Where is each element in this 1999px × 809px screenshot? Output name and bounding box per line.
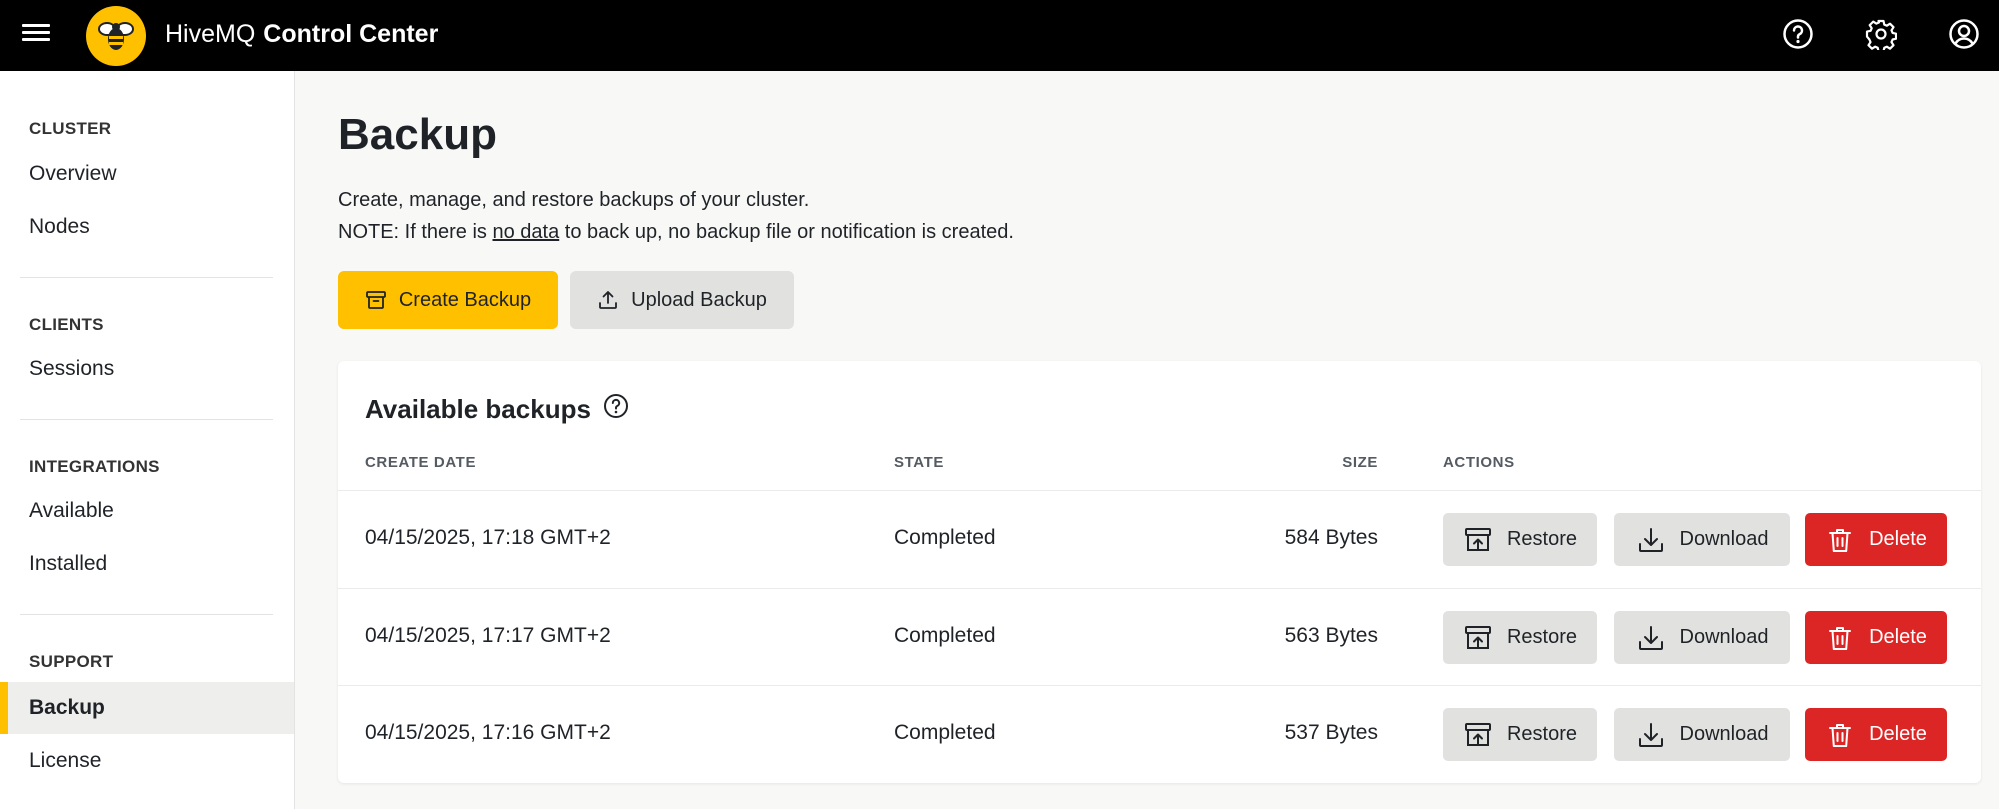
trash-icon <box>1829 528 1852 552</box>
settings-icon[interactable] <box>1862 15 1900 53</box>
delete-label: Delete <box>1869 528 1927 550</box>
download-label: Download <box>1679 626 1769 648</box>
trash-icon <box>1829 723 1852 747</box>
account-icon[interactable] <box>1945 15 1983 53</box>
restore-label: Restore <box>1506 528 1578 550</box>
sidebar: CLUSTER Overview Nodes CLIENTS Sessions … <box>0 71 295 809</box>
upload-icon <box>599 291 618 309</box>
trash-icon <box>1829 626 1852 650</box>
hivemq-logo <box>86 6 146 66</box>
download-icon <box>1638 625 1663 650</box>
create-backup-label: Create Backup <box>398 288 532 311</box>
sidebar-divider <box>20 419 273 420</box>
restore-button[interactable]: Restore <box>1443 611 1597 664</box>
table-row: 04/15/2025, 17:16 GMT+2 Completed 537 By… <box>338 685 1981 782</box>
delete-label: Delete <box>1869 723 1927 745</box>
sidebar-divider <box>20 614 273 615</box>
archive-icon <box>365 291 386 309</box>
note-prefix: NOTE: If there is <box>338 221 493 243</box>
delete-button[interactable]: Delete <box>1805 708 1947 761</box>
help-icon[interactable] <box>603 393 629 426</box>
sidebar-section-clients: CLIENTS <box>29 315 104 334</box>
cell-size: 563 Bytes <box>1284 624 1378 647</box>
sidebar-item-overview[interactable]: Overview <box>0 148 294 200</box>
delete-button[interactable]: Delete <box>1805 513 1947 566</box>
top-bar: HiveMQ Control Center <box>0 0 1999 71</box>
download-icon <box>1638 722 1663 747</box>
cell-size: 584 Bytes <box>1284 526 1378 549</box>
column-header-create-date: CREATE DATE <box>365 454 477 471</box>
brand-product: Control Center <box>263 20 439 48</box>
note-suffix: to back up, no backup file or notificati… <box>559 221 1014 243</box>
download-label: Download <box>1679 528 1769 550</box>
download-button[interactable]: Download <box>1614 513 1790 566</box>
sidebar-item-sessions[interactable]: Sessions <box>0 343 294 395</box>
table-row: 04/15/2025, 17:18 GMT+2 Completed 584 By… <box>338 490 1981 587</box>
page-title: Backup <box>338 110 497 159</box>
backups-card-title: Available backups <box>365 393 629 426</box>
cell-state: Completed <box>894 624 996 647</box>
column-header-state: STATE <box>894 454 944 471</box>
cell-create-date: 04/15/2025, 17:16 GMT+2 <box>365 721 611 744</box>
cell-state: Completed <box>894 526 996 549</box>
column-header-size: SIZE <box>1342 454 1378 471</box>
create-backup-button[interactable]: Create Backup <box>338 271 558 329</box>
column-header-actions: ACTIONS <box>1443 454 1515 471</box>
restore-icon <box>1464 625 1491 649</box>
upload-backup-label: Upload Backup <box>631 288 767 311</box>
page-description: Create, manage, and restore backups of y… <box>338 189 810 211</box>
sidebar-divider <box>20 277 273 278</box>
no-data-link[interactable]: no data <box>492 221 559 243</box>
cell-create-date: 04/15/2025, 17:18 GMT+2 <box>365 526 611 549</box>
help-icon[interactable] <box>1779 15 1817 53</box>
sidebar-item-license[interactable]: License <box>0 735 294 787</box>
download-label: Download <box>1679 723 1769 745</box>
sidebar-section-support: SUPPORT <box>29 652 114 671</box>
backups-card: Available backups CREATE DATE STATE SIZE… <box>338 361 1981 783</box>
page-note: NOTE: If there is no data to back up, no… <box>338 221 1014 244</box>
delete-label: Delete <box>1869 626 1927 648</box>
cell-state: Completed <box>894 721 996 744</box>
download-icon <box>1638 527 1663 552</box>
restore-icon <box>1464 527 1491 551</box>
cell-create-date: 04/15/2025, 17:17 GMT+2 <box>365 624 611 647</box>
sidebar-item-installed[interactable]: Installed <box>0 538 294 590</box>
sidebar-item-backup[interactable]: Backup <box>0 682 294 734</box>
menu-icon[interactable] <box>22 20 50 48</box>
table-row: 04/15/2025, 17:17 GMT+2 Completed 563 By… <box>338 588 1981 685</box>
sidebar-section-cluster: CLUSTER <box>29 119 112 138</box>
download-button[interactable]: Download <box>1614 708 1790 761</box>
upload-backup-button[interactable]: Upload Backup <box>570 271 794 329</box>
app-title: HiveMQ Control Center <box>165 20 438 49</box>
sidebar-section-integrations: INTEGRATIONS <box>29 457 160 476</box>
restore-button[interactable]: Restore <box>1443 513 1597 566</box>
cell-size: 537 Bytes <box>1284 721 1378 744</box>
sidebar-item-nodes[interactable]: Nodes <box>0 201 294 253</box>
sidebar-item-available[interactable]: Available <box>0 485 294 537</box>
backups-title-text: Available backups <box>365 394 591 424</box>
brand-name: HiveMQ <box>165 20 256 48</box>
restore-label: Restore <box>1506 626 1578 648</box>
restore-button[interactable]: Restore <box>1443 708 1597 761</box>
delete-button[interactable]: Delete <box>1805 611 1947 664</box>
restore-label: Restore <box>1506 723 1578 745</box>
download-button[interactable]: Download <box>1614 611 1790 664</box>
restore-icon <box>1464 722 1491 746</box>
